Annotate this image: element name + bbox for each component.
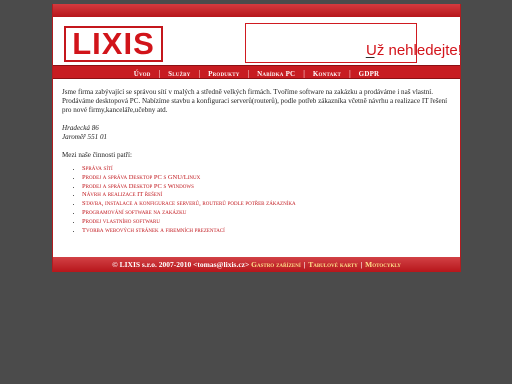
service-link[interactable]: Návrh a realizace IT řešení [82, 191, 162, 198]
services-list: Správa sítí Prodej a správa Desktop PC s… [62, 165, 452, 235]
nav-produkty[interactable]: Produkty [208, 70, 239, 78]
logo-text: LIXIS [72, 26, 155, 61]
list-item: Programování software na zakázku [82, 209, 452, 218]
banner-text: Už nehledejte! [366, 42, 462, 59]
footer-separator: | [360, 260, 363, 269]
list-item: Tvorba webových stránek a firemních prez… [82, 227, 452, 236]
footer-link-tabulove-karty[interactable]: Tabulové karty [308, 260, 358, 269]
nav-uvod[interactable]: Úvod [134, 70, 151, 78]
banner-cursor: _ [366, 42, 375, 59]
nav-separator: | [349, 69, 351, 78]
page-container: LIXIS Už nehledejte! _ Úvod | Služby | P… [52, 4, 462, 272]
service-link[interactable]: Prodej a správa Desktop PC s GNU/Linux [82, 174, 200, 181]
list-item: Správa sítí [82, 165, 452, 174]
nav-nabidka-pc[interactable]: Nabídka PC [257, 70, 295, 78]
header: LIXIS Už nehledejte! _ [53, 17, 462, 64]
nav-separator: | [158, 69, 161, 78]
main-nav: Úvod | Služby | Produkty | Nabídka PC | … [53, 65, 460, 79]
nav-separator: | [303, 69, 305, 78]
top-bar [53, 4, 460, 17]
address-city: Jaroměř 551 01 [62, 133, 108, 141]
list-item: Prodej a správa Desktop PC s Windows [82, 183, 452, 192]
address: Hradecká 86 Jaroměř 551 01 [62, 124, 452, 142]
nav-sluzby[interactable]: Služby [168, 70, 190, 78]
footer-copyright: © LIXIS s.r.o. 2007-2010 <tomas@lixis.cz… [112, 260, 250, 269]
nav-separator: | [198, 69, 201, 78]
nav-separator: | [247, 69, 250, 78]
footer-link-motocykly[interactable]: Motocykly [365, 260, 401, 269]
service-link[interactable]: Tvorba webových stránek a firemních prez… [82, 227, 225, 234]
service-link[interactable]: Správa sítí [82, 165, 113, 172]
list-item: Návrh a realizace IT řešení [82, 191, 452, 200]
service-link[interactable]: Prodej vlastního softwaru [82, 218, 160, 225]
service-link[interactable]: Stavba, instalace a konfigurace serverů,… [82, 200, 296, 207]
nav-kontakt[interactable]: Kontakt [313, 70, 341, 78]
list-item: Prodej a správa Desktop PC s GNU/Linux [82, 174, 452, 183]
footer-separator: | [303, 260, 306, 269]
footer-link-gastro[interactable]: Gastro zařízení [251, 260, 301, 269]
list-item: Stavba, instalace a konfigurace serverů,… [82, 200, 452, 209]
activities-heading: Mezi naše činnosti patří: [62, 151, 132, 159]
footer: © LIXIS s.r.o. 2007-2010 <tomas@lixis.cz… [53, 257, 460, 272]
banner[interactable]: Už nehledejte! _ [245, 23, 462, 63]
service-link[interactable]: Programování software na zakázku [82, 209, 186, 216]
main-content: Jsme firma zabývající se správou sítí v … [53, 79, 460, 235]
lixis-logo[interactable]: LIXIS [64, 26, 163, 62]
nav-gdpr[interactable]: GDPR [359, 70, 380, 78]
intro-paragraph: Jsme firma zabývající se správou sítí v … [62, 88, 448, 114]
service-link[interactable]: Prodej a správa Desktop PC s Windows [82, 183, 194, 190]
address-street: Hradecká 86 [62, 124, 99, 132]
list-item: Prodej vlastního softwaru [82, 218, 452, 227]
